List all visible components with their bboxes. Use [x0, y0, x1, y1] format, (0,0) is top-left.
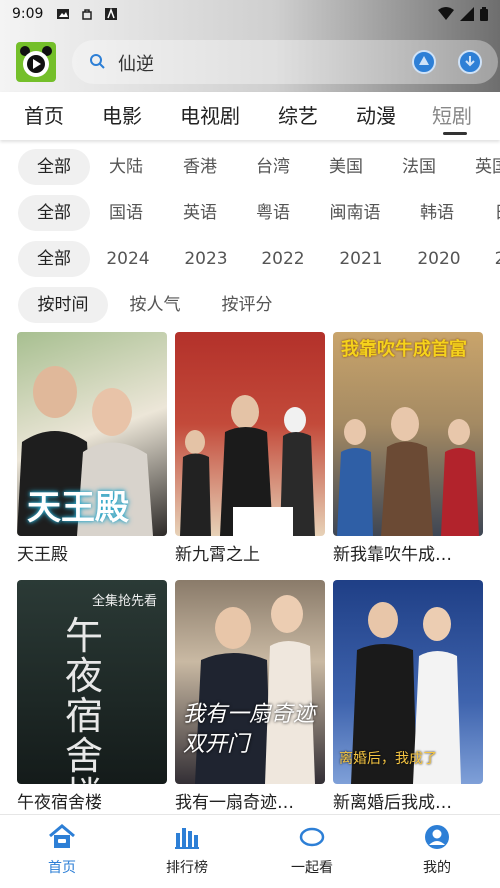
search-bar[interactable]: 仙逆 [72, 40, 498, 84]
region-hongkong-chip[interactable]: 香港 [172, 149, 228, 185]
year-2022-chip[interactable]: 2022 [255, 241, 311, 277]
tab-short-drama[interactable]: 短剧 [432, 100, 472, 129]
drama-card[interactable]: 离婚后，我成了 新离婚后我成… [333, 580, 483, 813]
wifi-icon [438, 7, 454, 20]
app-bar: 仙逆 [0, 40, 500, 84]
status-bar: 9:09 [0, 0, 500, 28]
card-title: 新我靠吹牛成… [333, 545, 452, 565]
year-all-chip[interactable]: 全部 [18, 241, 90, 277]
language-minnan-chip[interactable]: 闽南语 [322, 195, 388, 231]
card-title: 天王殿 [17, 545, 68, 565]
drama-card[interactable]: 我靠吹牛成首富 新我靠吹牛成… [333, 332, 483, 565]
region-mainland-chip[interactable]: 大陆 [98, 149, 154, 185]
search-icon [90, 54, 105, 69]
poster-image: 我靠吹牛成首富 [333, 332, 483, 536]
nav-ranking-label: 排行榜 [166, 860, 208, 876]
poster-title: 我有一扇奇迹双开门 [183, 702, 316, 757]
download-icon [465, 56, 475, 67]
nav-ranking[interactable]: 排行榜 [142, 823, 232, 877]
drama-card[interactable]: 我有一扇奇迹双开门 我有一扇奇迹… [175, 580, 325, 813]
nav-home[interactable]: 首页 [17, 823, 107, 877]
region-france-chip[interactable]: 法国 [391, 149, 447, 185]
user-icon [425, 825, 449, 849]
tab-movie[interactable]: 电影 [102, 100, 142, 129]
drama-card[interactable]: 全集抢先看 午夜宿舍楼 午夜宿舍楼 [17, 580, 167, 813]
sort-filter-row: 按时间 按人气 按评分 [0, 283, 500, 323]
drama-card[interactable]: 新九霄之上 [175, 332, 325, 565]
poster-title: 天王殿 [27, 488, 129, 528]
poster-figures [337, 407, 479, 536]
year-more-chip[interactable]: 2 [490, 241, 500, 277]
nav-home-label: 首页 [48, 860, 76, 876]
home-icon [49, 824, 75, 848]
tab-anime[interactable]: 动漫 [356, 100, 396, 129]
tab-variety[interactable]: 综艺 [278, 100, 318, 129]
status-time: 9:09 [12, 6, 44, 22]
bar-chart-icon [175, 828, 199, 849]
year-filter-row: 全部 2024 2023 2022 2021 2020 2 [0, 237, 500, 277]
tab-tv[interactable]: 电视剧 [180, 100, 240, 129]
poster-image: 全集抢先看 午夜宿舍楼 [17, 580, 167, 784]
sort-by-time-chip[interactable]: 按时间 [18, 287, 108, 323]
poster-image: 我有一扇奇迹双开门 [175, 580, 325, 784]
sort-by-popularity-chip[interactable]: 按人气 [120, 287, 190, 323]
sort-by-rating-chip[interactable]: 按评分 [212, 287, 282, 323]
tab-home[interactable]: 首页 [24, 100, 64, 129]
nav-watch-together-label: 一起看 [291, 860, 333, 876]
app-logo[interactable] [16, 42, 56, 82]
battery-icon [480, 7, 488, 21]
language-japanese-chip[interactable]: 日 [488, 195, 500, 231]
region-all-chip[interactable]: 全部 [18, 149, 90, 185]
region-filter-row: 全部 大陆 香港 台湾 美国 法国 英国 [0, 145, 500, 185]
signal-icon [460, 7, 474, 21]
ring-icon [299, 827, 325, 847]
region-taiwan-chip[interactable]: 台湾 [245, 149, 301, 185]
year-2024-chip[interactable]: 2024 [100, 241, 156, 277]
year-2020-chip[interactable]: 2020 [411, 241, 467, 277]
poster-image: 离婚后，我成了 [333, 580, 483, 784]
poster-image: 天王殿 [17, 332, 167, 536]
language-korean-chip[interactable]: 韩语 [409, 195, 465, 231]
poster-badge: 全集抢先看 [91, 594, 157, 609]
poster-title: 午夜宿舍楼 [65, 614, 104, 784]
card-title: 午夜宿舍楼 [17, 793, 102, 813]
poster-figures [180, 395, 315, 536]
language-cantonese-chip[interactable]: 粤语 [245, 195, 301, 231]
active-tab-indicator [443, 132, 467, 135]
nav-me-label: 我的 [423, 860, 451, 876]
year-2023-chip[interactable]: 2023 [178, 241, 234, 277]
search-input[interactable]: 仙逆 [118, 50, 154, 76]
nav-watch-together[interactable]: 一起看 [267, 823, 357, 877]
download-button[interactable] [458, 50, 482, 74]
card-title: 我有一扇奇迹… [175, 793, 294, 813]
poster-title: 离婚后，我成了 [339, 751, 437, 767]
year-2021-chip[interactable]: 2021 [333, 241, 389, 277]
nav-me[interactable]: 我的 [392, 823, 482, 877]
language-mandarin-chip[interactable]: 国语 [98, 195, 154, 231]
poster-image [175, 332, 325, 536]
language-all-chip[interactable]: 全部 [18, 195, 90, 231]
language-english-chip[interactable]: 英语 [172, 195, 228, 231]
card-title: 新九霄之上 [175, 545, 260, 565]
region-usa-chip[interactable]: 美国 [318, 149, 374, 185]
panda-logo-icon [20, 46, 52, 77]
language-filter-row: 全部 国语 英语 粤语 闽南语 韩语 日 [0, 191, 500, 231]
bag-notification-icon [82, 9, 93, 20]
drama-card[interactable]: 天王殿 天王殿 [17, 332, 167, 565]
image-notification-icon [57, 9, 70, 19]
history-icon [419, 56, 429, 65]
region-uk-chip[interactable]: 英国 [464, 149, 500, 185]
bottom-nav: 首页 排行榜 一起看 我的 [0, 814, 500, 888]
history-button[interactable] [412, 50, 436, 74]
card-title: 新离婚后我成… [333, 793, 452, 813]
category-tabs: 首页 电影 电视剧 综艺 动漫 短剧 [0, 92, 500, 140]
app-notification-icon [105, 8, 118, 20]
